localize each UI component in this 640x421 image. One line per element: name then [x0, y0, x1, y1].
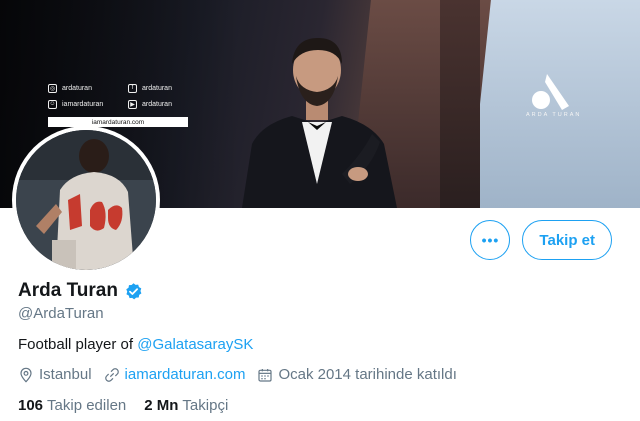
banner-website: iamardaturan.com	[48, 117, 188, 127]
more-options-button[interactable]: •••	[470, 220, 511, 260]
verified-badge-icon	[126, 282, 142, 299]
snapchat-icon: ☺	[48, 99, 57, 109]
calendar-icon	[258, 368, 273, 382]
avatar-player-figure	[16, 130, 156, 270]
facebook-icon: f	[128, 83, 137, 93]
instagram-handle: ardaturan	[62, 84, 92, 92]
following-label: Takip edilen	[47, 397, 127, 414]
follow-button[interactable]: Takip et	[522, 220, 612, 260]
profile-handle: @ArdaTuran	[18, 305, 104, 322]
banner-wall-edge	[440, 0, 480, 208]
followers-stat[interactable]: 2 Mn Takipçi	[144, 397, 228, 414]
profile-avatar[interactable]	[12, 126, 160, 274]
link-icon	[104, 367, 119, 382]
profile-website: iamardaturan.com	[104, 366, 246, 383]
banner-person-figure	[242, 38, 397, 208]
banner-social-handles: ◎ ardaturan f ardaturan ☺ iamardaturan ▶…	[48, 80, 208, 127]
location-pin-icon	[20, 367, 32, 383]
following-count: 106	[18, 397, 44, 414]
following-stat[interactable]: 106 Takip edilen	[18, 397, 126, 414]
profile-bio: Football player of @GalatasaraySK	[18, 336, 253, 353]
profile-name-row: Arda Turan	[18, 280, 143, 302]
website-link[interactable]: iamardaturan.com	[125, 366, 246, 383]
followers-label: Takipçi	[182, 397, 229, 414]
snapchat-handle: iamardaturan	[62, 100, 104, 108]
banner-brand-text: ARDA TURAN	[526, 112, 582, 118]
location-text: Istanbul	[39, 366, 92, 383]
youtube-handle: ardaturan	[142, 100, 172, 108]
profile-meta: Istanbul iamardaturan.com Ocak 2014 tari…	[18, 366, 469, 383]
joined-text: Ocak 2014 tarihinde katıldı	[278, 366, 457, 383]
bio-mention-link[interactable]: @GalatasaraySK	[137, 336, 253, 353]
bio-text: Football player of	[18, 336, 138, 353]
youtube-icon: ▶	[128, 99, 137, 109]
followers-count: 2 Mn	[144, 397, 179, 414]
profile-location: Istanbul	[18, 366, 92, 383]
display-name: Arda Turan	[18, 280, 118, 301]
avatar-photo	[16, 130, 156, 270]
profile-joined: Ocak 2014 tarihinde katıldı	[257, 366, 457, 383]
facebook-handle: ardaturan	[142, 84, 172, 92]
profile-stats: 106 Takip edilen 2 Mn Takipçi	[18, 397, 246, 414]
instagram-icon: ◎	[48, 83, 57, 93]
profile-actions: ••• Takip et	[470, 220, 612, 260]
